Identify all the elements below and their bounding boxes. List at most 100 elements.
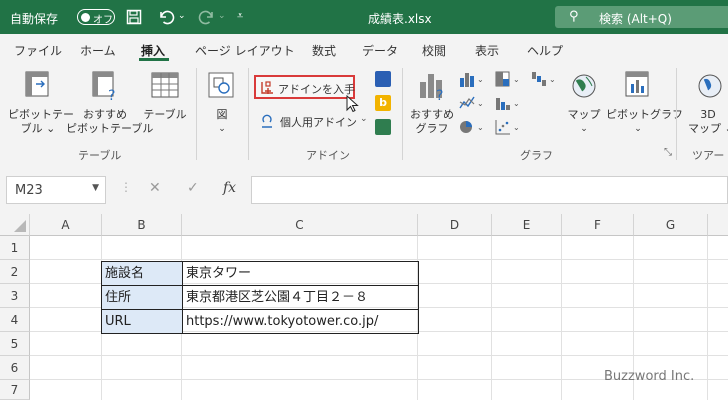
- customize-qat-icon[interactable]: ⩡: [237, 9, 243, 23]
- 3d-map-label-2: マップ ⌄: [688, 122, 728, 135]
- pivot-table-label-2: ブル ⌄: [20, 122, 56, 135]
- tab-page-layout[interactable]: ページ レイアウト: [195, 42, 295, 59]
- hierarchy-chart-icon[interactable]: ⌄: [494, 70, 520, 88]
- visio-icon[interactable]: [375, 71, 391, 87]
- row-header[interactable]: 4: [0, 308, 30, 332]
- search-icon: ⚲: [569, 9, 579, 24]
- column-header-partial[interactable]: [708, 214, 728, 236]
- svg-text:⌄: ⌄: [513, 75, 520, 84]
- illustrations-dropdown-icon: ⌄: [218, 124, 226, 134]
- column-header[interactable]: F: [562, 214, 634, 236]
- autosave-state: オフ: [93, 15, 113, 26]
- tab-home[interactable]: ホーム: [80, 42, 116, 59]
- formula-input[interactable]: [251, 176, 728, 204]
- scatter-chart-icon[interactable]: ⌄: [494, 118, 520, 136]
- undo-icon[interactable]: [157, 8, 175, 26]
- get-addins-button[interactable]: アドインを入手: [254, 75, 355, 99]
- row-header[interactable]: 2: [0, 260, 30, 284]
- column-header[interactable]: B: [102, 214, 182, 236]
- cell-b2[interactable]: 施設名: [101, 261, 182, 285]
- save-icon[interactable]: [126, 9, 142, 25]
- column-header[interactable]: E: [492, 214, 562, 236]
- cell-b3[interactable]: 住所: [101, 285, 182, 309]
- name-box-value: M23: [15, 183, 43, 198]
- select-all-corner[interactable]: [0, 214, 30, 236]
- svg-text:⌄: ⌄: [477, 123, 484, 132]
- file-name: 成績表.xlsx: [368, 12, 432, 26]
- illustrations-label: 図: [216, 108, 228, 121]
- my-addins-button[interactable]: 個人用アドイン ⌄: [258, 110, 370, 132]
- pivot-table-button[interactable]: ピボットテー ブル ⌄: [8, 68, 74, 144]
- tab-insert[interactable]: 挿入: [141, 42, 165, 59]
- name-box-dropdown-icon[interactable]: ▼: [92, 183, 99, 193]
- 3d-map-button[interactable]: 3D マップ ⌄: [680, 68, 728, 144]
- cell-c4[interactable]: https://www.tokyotower.co.jp/: [182, 309, 419, 334]
- svg-text:⌄: ⌄: [549, 75, 556, 84]
- maps-button[interactable]: マップ ⌄: [562, 68, 606, 144]
- recommended-charts-label-2: グラフ: [415, 122, 449, 135]
- people-graph-icon[interactable]: [375, 119, 391, 135]
- svg-text:?: ?: [436, 88, 443, 102]
- svg-text:⌄: ⌄: [513, 123, 520, 132]
- drag-handle-icon[interactable]: ⋮: [120, 180, 132, 194]
- table-button[interactable]: テーブル: [142, 68, 188, 144]
- search-label: 検索 (Alt+Q): [599, 12, 672, 26]
- ribbon-separator: [402, 68, 403, 160]
- pivot-chart-button[interactable]: ピボットグラフ ⌄: [606, 68, 683, 144]
- svg-text:?: ?: [108, 88, 115, 102]
- formula-buttons: ✕ ✓ fx: [135, 176, 245, 204]
- illustrations-button[interactable]: 図 ⌄: [204, 68, 240, 138]
- cell-b4[interactable]: URL: [101, 309, 182, 334]
- tab-review[interactable]: 校閲: [422, 42, 446, 59]
- my-addins-label: 個人用アドイン: [280, 116, 357, 129]
- name-box[interactable]: M23 ▼: [6, 176, 106, 204]
- line-chart-icon[interactable]: ⌄: [458, 94, 484, 112]
- redo-dropdown-icon: ⌄: [218, 11, 226, 21]
- row-header[interactable]: 7: [0, 380, 30, 400]
- autosave-toggle[interactable]: オフ: [77, 9, 115, 26]
- recommended-charts-button[interactable]: ? おすすめ グラフ: [406, 68, 458, 144]
- tab-view[interactable]: 表示: [475, 42, 499, 59]
- column-header[interactable]: A: [30, 214, 102, 236]
- svg-text:⌄: ⌄: [477, 99, 484, 108]
- recommended-pivot-button[interactable]: ? おすすめ ピボットテーブル: [66, 68, 153, 144]
- autosave-label: 自動保存: [10, 12, 59, 26]
- table-label: テーブル: [143, 108, 187, 121]
- maps-dropdown-icon: ⌄: [580, 124, 588, 134]
- column-header[interactable]: D: [418, 214, 492, 236]
- row-header[interactable]: 6: [0, 356, 30, 380]
- 3d-map-label-1: 3D: [700, 108, 716, 121]
- get-addins-label: アドインを入手: [278, 83, 355, 96]
- search-box[interactable]: ⚲ 検索 (Alt+Q): [555, 6, 728, 28]
- undo-dropdown-icon[interactable]: ⌄: [178, 11, 186, 21]
- column-header[interactable]: C: [182, 214, 418, 236]
- redo-icon[interactable]: [198, 8, 216, 26]
- ribbon-separator: [196, 68, 197, 160]
- pie-chart-icon[interactable]: ⌄: [458, 118, 484, 136]
- pivot-chart-icon: [625, 71, 649, 97]
- dialog-launcher-icon[interactable]: ⤡: [664, 147, 672, 158]
- enter-icon[interactable]: ✓: [187, 180, 199, 196]
- cell-c3[interactable]: 東京都港区芝公園４丁目２－８: [182, 285, 419, 309]
- globe-icon: [572, 74, 596, 98]
- cancel-icon[interactable]: ✕: [149, 180, 161, 196]
- waterfall-chart-icon[interactable]: ⌄: [530, 70, 556, 88]
- recommended-charts-icon: ?: [420, 74, 443, 102]
- recommended-pivot-icon: ?: [92, 71, 115, 102]
- row-header[interactable]: 5: [0, 332, 30, 356]
- insert-function-icon[interactable]: fx: [223, 180, 236, 196]
- row-header[interactable]: 3: [0, 284, 30, 308]
- tab-file[interactable]: ファイル: [14, 42, 62, 59]
- ribbon-separator: [676, 68, 677, 160]
- row-header[interactable]: 1: [0, 236, 30, 260]
- statistic-chart-icon[interactable]: ⌄: [494, 94, 520, 112]
- column-header[interactable]: G: [634, 214, 708, 236]
- bing-map-icon[interactable]: b: [375, 95, 391, 111]
- tab-data[interactable]: データ: [362, 42, 398, 59]
- column-chart-icon[interactable]: ⌄: [458, 70, 484, 88]
- tab-formulas[interactable]: 数式: [312, 42, 336, 59]
- maps-label: マップ: [567, 108, 601, 121]
- cell-c2[interactable]: 東京タワー: [182, 261, 419, 285]
- store-icon: [261, 81, 273, 94]
- tab-help[interactable]: ヘルプ: [527, 42, 563, 59]
